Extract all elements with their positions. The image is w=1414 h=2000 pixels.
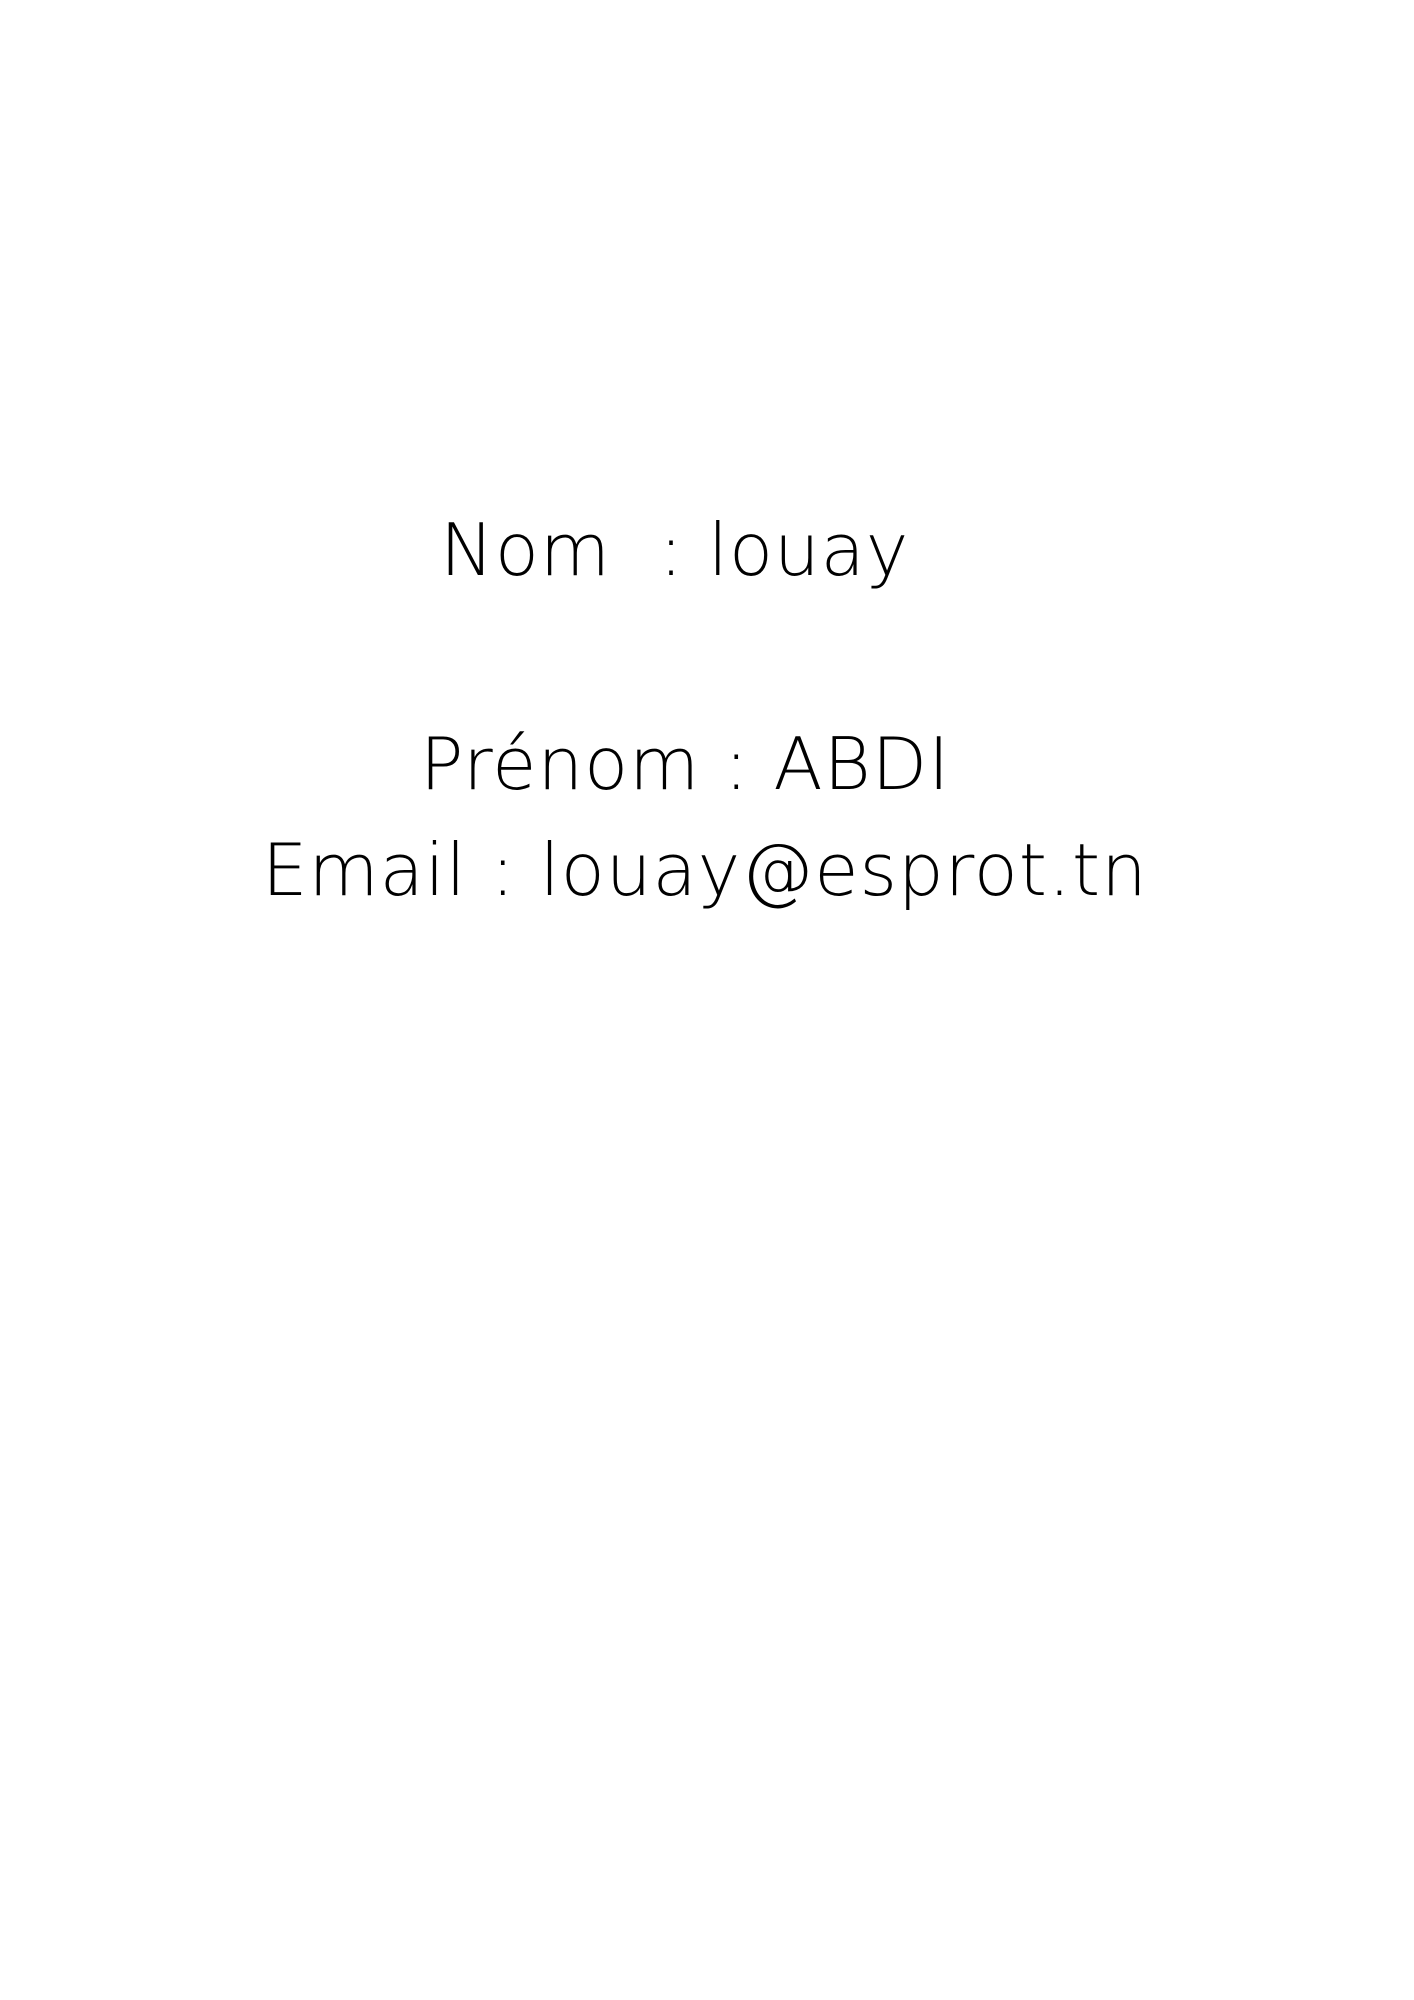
email-separator: : [466,828,540,912]
document-page: Nom : louay Prénom : ABDI Email : louay@… [0,0,1414,2000]
email-line: Email : louay@esprot.tn [262,834,1148,906]
email-label: Email [262,828,467,912]
nom-line: Nom : louay [440,514,909,586]
nom-label: Nom [440,508,612,592]
nom-value: louay [707,508,910,592]
email-value: louay@esprot.tn [539,828,1148,912]
prenom-label: Prénom [420,722,701,806]
prenom-line: Prénom : ABDI [420,728,950,800]
prenom-separator: : [700,722,774,806]
prenom-value: ABDI [773,722,951,806]
nom-separator: : [611,508,708,592]
